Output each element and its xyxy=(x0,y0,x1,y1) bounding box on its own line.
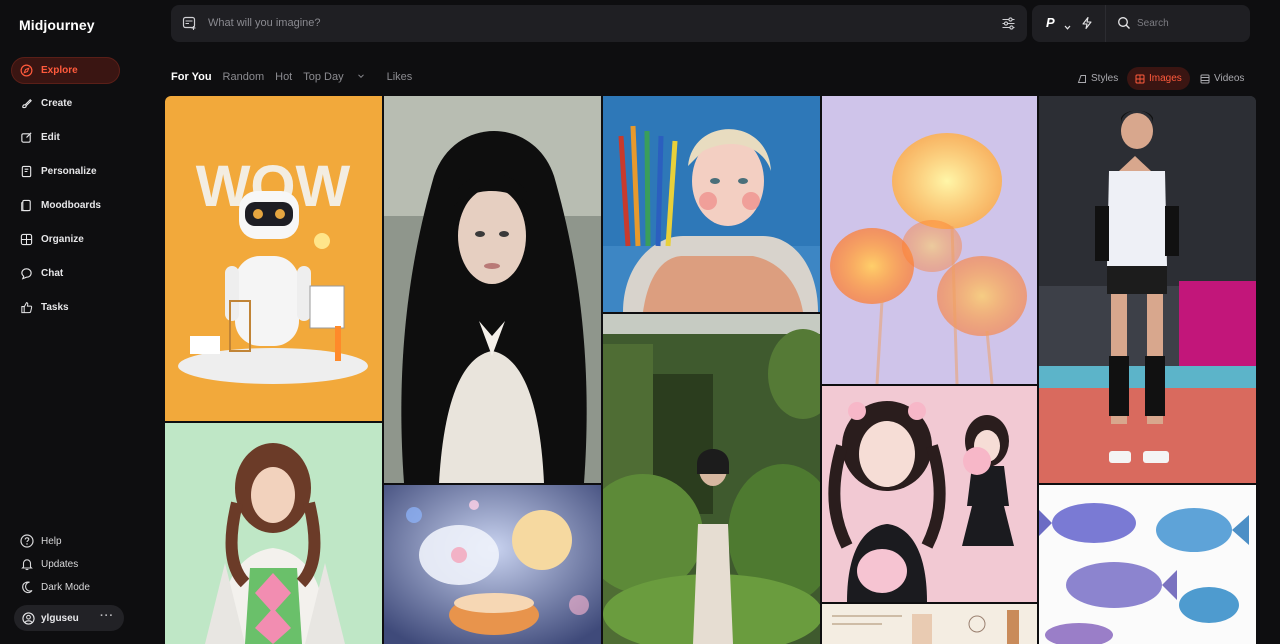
compass-icon xyxy=(20,64,33,77)
updates-link[interactable]: Updates xyxy=(20,557,78,571)
prompt-bar[interactable]: What will you imagine? xyxy=(171,5,1027,42)
view-videos-label: Videos xyxy=(1214,73,1245,84)
tab-top-day[interactable]: Top Day xyxy=(303,71,375,83)
sidebar-item-label: Chat xyxy=(41,268,64,279)
username: ylguseu xyxy=(41,612,79,624)
styles-icon xyxy=(1077,74,1087,84)
help-link[interactable]: Help xyxy=(20,534,62,548)
personalize-icon xyxy=(20,165,33,178)
sidebar-item-create[interactable]: Create xyxy=(11,90,120,117)
image-gallery: WOW xyxy=(165,96,1256,644)
user-icon xyxy=(22,611,35,625)
sidebar-item-label: Moodboards xyxy=(41,200,101,211)
tab-likes[interactable]: Likes xyxy=(387,71,413,83)
tools-bar: P Search xyxy=(1032,5,1250,42)
search-input[interactable]: Search xyxy=(1137,18,1169,29)
search-icon xyxy=(1117,16,1131,30)
divider xyxy=(1105,5,1106,42)
image-prompt-icon[interactable] xyxy=(182,16,197,31)
gallery-image[interactable] xyxy=(165,423,382,644)
sidebar-item-label: Edit xyxy=(41,132,60,143)
sidebar: Midjourney Explore Create Edit Personali… xyxy=(0,0,166,644)
gallery-image[interactable] xyxy=(822,604,1037,644)
images-icon xyxy=(1135,74,1145,84)
help-icon xyxy=(20,534,34,548)
tab-random[interactable]: Random xyxy=(223,71,265,83)
gallery-image[interactable]: WOW xyxy=(165,96,382,421)
sidebar-item-label: Personalize xyxy=(41,166,97,177)
gallery-image[interactable] xyxy=(384,96,601,483)
personalization-button[interactable]: P xyxy=(1046,15,1055,30)
videos-icon xyxy=(1200,74,1210,84)
gallery-image[interactable] xyxy=(822,386,1037,602)
lightning-icon[interactable] xyxy=(1080,16,1094,30)
chat-icon xyxy=(20,267,33,280)
moon-icon xyxy=(20,580,34,594)
gallery-image[interactable] xyxy=(822,96,1037,384)
gallery-image[interactable] xyxy=(603,96,820,312)
view-styles[interactable]: Styles xyxy=(1077,67,1118,90)
more-options-button[interactable]: ··· xyxy=(100,610,114,622)
sidebar-item-tasks[interactable]: Tasks xyxy=(11,294,120,321)
chevron-down-icon[interactable] xyxy=(1063,19,1072,30)
tab-top-day-label: Top Day xyxy=(303,71,344,83)
app-logo[interactable]: Midjourney xyxy=(19,17,95,33)
tab-for-you[interactable]: For You xyxy=(171,71,212,83)
sidebar-item-label: Create xyxy=(41,98,73,109)
brush-icon xyxy=(20,97,33,110)
sidebar-item-explore[interactable]: Explore xyxy=(11,57,120,84)
sidebar-item-personalize[interactable]: Personalize xyxy=(11,158,120,185)
view-styles-label: Styles xyxy=(1091,73,1119,84)
dark-mode-toggle[interactable]: Dark Mode xyxy=(20,580,90,594)
sidebar-item-label: Organize xyxy=(41,234,84,245)
sidebar-item-edit[interactable]: Edit xyxy=(11,124,120,151)
updates-label: Updates xyxy=(41,558,79,570)
thumbs-up-icon xyxy=(20,301,33,314)
sidebar-item-chat[interactable]: Chat xyxy=(11,260,120,287)
edit-icon xyxy=(20,131,33,144)
chevron-down-icon xyxy=(357,71,365,79)
gallery-image[interactable] xyxy=(1039,96,1256,483)
help-label: Help xyxy=(41,535,62,547)
sidebar-item-moodboards[interactable]: Moodboards xyxy=(11,192,120,219)
view-videos[interactable]: Videos xyxy=(1200,67,1244,90)
bell-icon xyxy=(20,557,34,571)
sidebar-item-label: Tasks xyxy=(41,302,69,313)
gallery-image[interactable] xyxy=(1039,485,1256,644)
grid-icon xyxy=(20,233,33,246)
view-images-label: Images xyxy=(1149,73,1182,84)
user-menu[interactable]: ylguseu ··· xyxy=(14,605,124,631)
tab-hot[interactable]: Hot xyxy=(275,71,292,83)
sidebar-item-label: Explore xyxy=(41,65,78,76)
settings-sliders-icon[interactable] xyxy=(1001,16,1016,31)
prompt-input[interactable]: What will you imagine? xyxy=(208,17,321,29)
sidebar-item-organize[interactable]: Organize xyxy=(11,226,120,253)
feed-tabs: For You Random Hot Top Day Likes xyxy=(171,71,423,83)
gallery-image[interactable] xyxy=(603,314,820,644)
moodboard-icon xyxy=(20,199,33,212)
dark-mode-label: Dark Mode xyxy=(41,581,90,593)
view-images[interactable]: Images xyxy=(1127,67,1190,90)
gallery-image[interactable] xyxy=(384,485,601,644)
